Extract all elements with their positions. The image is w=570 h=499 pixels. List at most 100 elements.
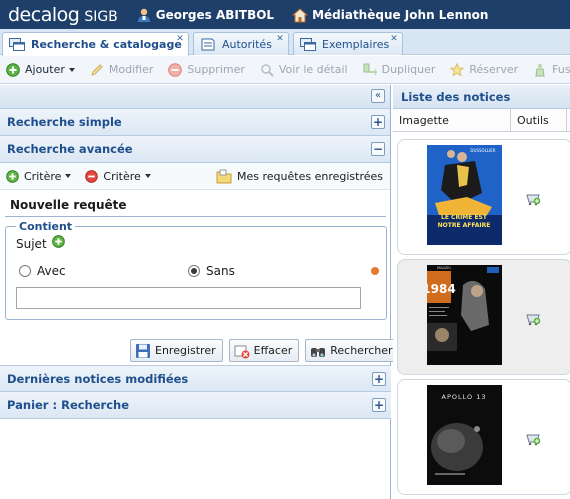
add-criteria-button[interactable]: Critère: [6, 169, 72, 183]
with-radio[interactable]: Avec: [19, 264, 66, 278]
user-icon: [137, 8, 150, 22]
tab-label: Exemplaires: [322, 37, 390, 51]
view-detail-button[interactable]: Voir le détail: [260, 63, 348, 77]
remove-criterion-icon[interactable]: [371, 267, 379, 275]
column-tools[interactable]: Outils: [511, 109, 567, 131]
movie-poster-image: LE CRIME EST NOTRE AFFAIRE DUSSOLLIER: [427, 145, 502, 245]
current-library[interactable]: Médiathèque John Lennon: [292, 7, 488, 23]
brand-sub: SIGB: [84, 8, 118, 25]
notice-list-columns: Imagette Outils: [393, 109, 570, 132]
delete-button[interactable]: Supprimer: [168, 62, 245, 77]
cover-thumbnail[interactable]: LE CRIME EST NOTRE AFFAIRE DUSSOLLIER: [427, 145, 502, 245]
subject-label: Sujet: [16, 237, 47, 251]
add-icon: [6, 62, 20, 77]
expand-icon[interactable]: +: [371, 115, 385, 129]
poster-title-line2: NOTRE AFFAIRE: [438, 222, 491, 229]
search-panel: « Recherche simple + Recherche avancée −…: [0, 85, 400, 499]
merge-icon: [535, 63, 545, 76]
contains-legend: Contient: [16, 220, 76, 233]
close-icon[interactable]: ✕: [175, 35, 185, 45]
reserve-button[interactable]: Réserver: [450, 62, 518, 77]
tab-strip: Recherche & catalogage ✕ Autorités ✕ Exe…: [0, 29, 570, 56]
star-icon: [450, 62, 465, 77]
expand-icon[interactable]: +: [372, 398, 386, 412]
floppy-icon: [136, 343, 150, 358]
chevron-down-icon: [65, 174, 72, 178]
notice-list-title: Liste des notices: [393, 85, 570, 109]
duplicate-button[interactable]: Dupliquer: [363, 63, 435, 77]
pencil-icon: [91, 63, 103, 76]
delete-icon: [168, 62, 183, 77]
basket-section[interactable]: Panier : Recherche +: [0, 392, 391, 419]
search-button[interactable]: Rechercher: [305, 339, 400, 362]
duplicate-icon: [363, 63, 377, 76]
poster-title: APOLLO 13: [442, 393, 487, 401]
catalog-window-icon: [9, 38, 25, 51]
query-actions: Enregistrer Effacer Rechercher: [130, 339, 406, 362]
brand-name: decalog: [8, 3, 80, 26]
poster-top-text: DUSSOLLIER: [470, 148, 495, 153]
app-header: decalog SIGB Georges ABITBOL Médiathèque…: [0, 0, 570, 29]
simple-search-header[interactable]: Recherche simple +: [0, 109, 390, 136]
close-icon[interactable]: ✕: [275, 35, 285, 45]
with-without-radios: Avec Sans: [19, 264, 379, 280]
clear-button[interactable]: Effacer: [228, 339, 300, 362]
remove-icon: [85, 169, 99, 183]
notice-list-panel: Liste des notices Imagette Outils LE CRI…: [393, 85, 570, 499]
subject-input[interactable]: [16, 287, 361, 309]
add-to-basket-icon[interactable]: [526, 312, 541, 326]
edit-button[interactable]: Modifier: [90, 63, 153, 77]
current-user[interactable]: Georges ABITBOL: [136, 7, 274, 23]
tab-label: Autorités: [222, 37, 272, 51]
remove-criteria-button[interactable]: Critère: [85, 169, 151, 183]
chevron-down-icon: [68, 67, 75, 72]
radio-button-selected[interactable]: [188, 265, 200, 277]
close-icon[interactable]: ✕: [389, 35, 399, 45]
tab-copies[interactable]: Exemplaires ✕: [293, 32, 403, 55]
cover-top-text: MAAZEL: [437, 266, 452, 270]
library-name: Médiathèque John Lennon: [312, 7, 489, 22]
expand-icon[interactable]: +: [372, 372, 386, 386]
merge-button[interactable]: Fusionner avec: [533, 63, 570, 77]
notice-row[interactable]: APOLLO 13: [397, 379, 570, 495]
advanced-search-header[interactable]: Recherche avancée −: [0, 136, 390, 163]
criteria-toolbar: Critère Critère Mes requêtes enregistrée…: [0, 163, 390, 190]
recent-notices-section[interactable]: Dernières notices modifiées +: [0, 365, 391, 392]
cover-thumbnail[interactable]: APOLLO 13: [427, 385, 502, 485]
toolbar: Ajouter Modifier Supprimer Voir le détai…: [0, 56, 570, 84]
add-icon[interactable]: [51, 234, 65, 248]
authority-note-icon: [201, 38, 215, 50]
contains-fieldset: Contient Sujet Avec Sans: [5, 220, 387, 320]
tab-search-cataloging[interactable]: Recherche & catalogage ✕: [2, 32, 189, 56]
new-query-title: Nouvelle requête: [10, 198, 127, 212]
panel-collapse-bar: «: [0, 85, 390, 109]
tab-authorities[interactable]: Autorités ✕: [193, 32, 289, 55]
column-thumbnail[interactable]: Imagette: [393, 109, 511, 131]
user-name: Georges ABITBOL: [155, 7, 275, 22]
tab-label: Recherche & catalogage: [31, 38, 182, 51]
brand-logo: decalog SIGB: [8, 4, 118, 26]
notice-row[interactable]: 1984 MAAZEL: [397, 259, 570, 375]
saved-queries-button[interactable]: Mes requêtes enregistrées: [216, 169, 383, 184]
eraser-icon: [234, 345, 250, 358]
notice-row[interactable]: LE CRIME EST NOTRE AFFAIRE DUSSOLLIER: [397, 139, 570, 255]
radio-button[interactable]: [19, 265, 31, 277]
subject-criterion: Sujet: [16, 234, 65, 251]
add-button[interactable]: Ajouter: [6, 62, 75, 77]
chevron-down-icon: [144, 174, 151, 178]
home-icon: [292, 7, 309, 22]
movie-poster-image: APOLLO 13: [427, 385, 502, 485]
add-to-basket-icon[interactable]: [526, 192, 541, 206]
magnifier-icon: [261, 63, 274, 77]
divider: [5, 216, 386, 217]
opera-cover-image: 1984 MAAZEL: [427, 265, 502, 365]
cover-title: 1984: [427, 282, 456, 296]
collapse-left-icon[interactable]: «: [371, 89, 385, 103]
without-radio[interactable]: Sans: [188, 264, 235, 278]
save-button[interactable]: Enregistrer: [130, 339, 223, 362]
collapse-icon[interactable]: −: [371, 142, 385, 156]
cover-thumbnail[interactable]: 1984 MAAZEL: [427, 265, 502, 365]
add-to-basket-icon[interactable]: [526, 432, 541, 446]
add-icon: [6, 169, 19, 183]
binoculars-icon: [311, 347, 326, 357]
